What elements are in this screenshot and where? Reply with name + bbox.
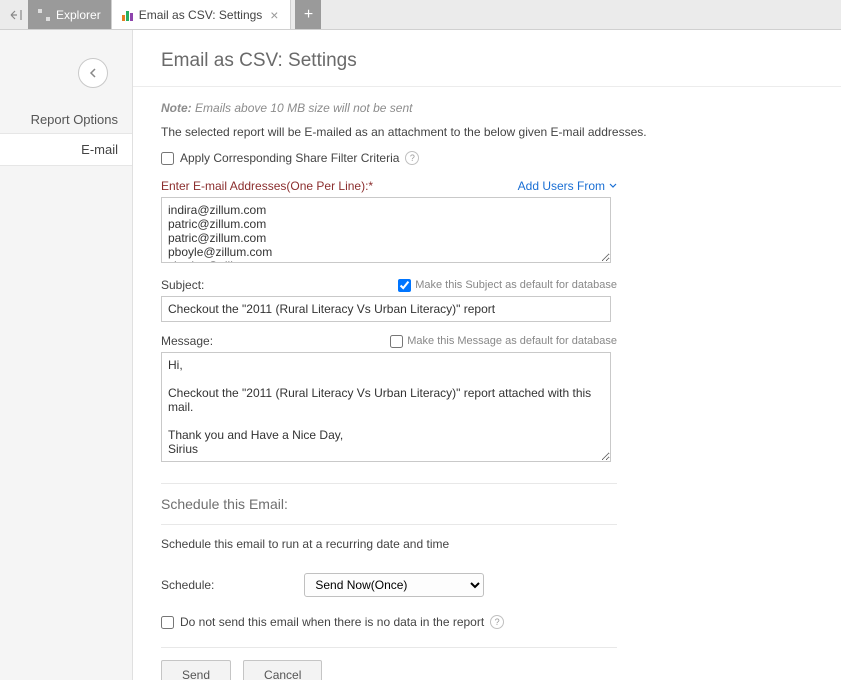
cancel-button[interactable]: Cancel [243, 660, 322, 680]
collapse-icon[interactable] [4, 0, 28, 29]
add-tab-button[interactable]: + [295, 0, 321, 29]
nodata-checkbox[interactable] [161, 616, 174, 629]
tree-icon [38, 9, 50, 21]
subject-default-label: Make this Subject as default for databas… [415, 279, 617, 291]
send-button[interactable]: Send [161, 660, 231, 680]
main-panel: Email as CSV: Settings Note: Emails abov… [132, 30, 841, 680]
tab-email-csv-settings[interactable]: Email as CSV: Settings × [112, 0, 292, 29]
schedule-info: Schedule this email to run at a recurrin… [161, 537, 813, 551]
tab-label: Email as CSV: Settings [139, 8, 263, 22]
sidebar-item-email[interactable]: E-mail [0, 133, 132, 166]
add-users-from-dropdown[interactable]: Add Users From [518, 179, 617, 193]
note-text: Note: Emails above 10 MB size will not b… [161, 101, 813, 115]
help-icon[interactable]: ? [490, 615, 504, 629]
close-icon[interactable]: × [268, 7, 280, 23]
email-addresses-input[interactable] [161, 197, 611, 263]
tab-explorer[interactable]: Explorer [28, 0, 112, 29]
message-default-label: Make this Message as default for databas… [407, 335, 617, 347]
chevron-down-icon [609, 183, 617, 189]
tab-label: Explorer [56, 8, 101, 22]
subject-label: Subject: [161, 278, 204, 292]
subject-input[interactable] [161, 296, 611, 322]
sidebar-heading: Report Options [0, 106, 132, 133]
schedule-section-title: Schedule this Email: [161, 496, 813, 512]
message-input[interactable] [161, 352, 611, 462]
nodata-label: Do not send this email when there is no … [180, 615, 484, 629]
apply-filter-label: Apply Corresponding Share Filter Criteri… [180, 151, 399, 165]
message-label: Message: [161, 334, 213, 348]
email-addresses-label: Enter E-mail Addresses(One Per Line):* [161, 179, 373, 193]
top-tab-bar: Explorer Email as CSV: Settings × + [0, 0, 841, 30]
message-default-checkbox[interactable] [390, 335, 403, 348]
info-text: The selected report will be E-mailed as … [161, 125, 813, 139]
subject-default-checkbox[interactable] [398, 279, 411, 292]
back-button[interactable] [78, 58, 108, 88]
chart-icon [122, 9, 133, 21]
schedule-select[interactable]: Send Now(Once) [304, 573, 484, 597]
schedule-label: Schedule: [161, 578, 214, 592]
help-icon[interactable]: ? [405, 151, 419, 165]
page-title: Email as CSV: Settings [161, 50, 813, 72]
sidebar: Report Options E-mail [0, 30, 132, 680]
apply-filter-checkbox[interactable] [161, 152, 174, 165]
